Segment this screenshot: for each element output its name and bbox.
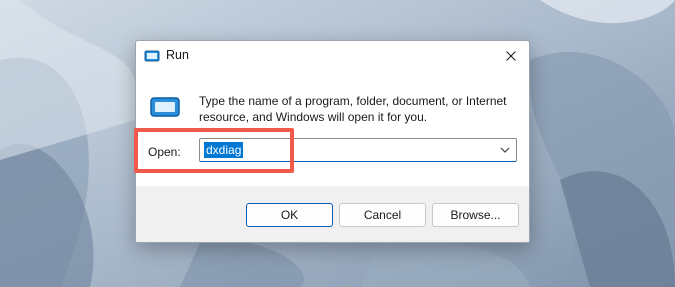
cancel-button[interactable]: Cancel [339,203,426,227]
browse-button[interactable]: Browse... [432,203,519,227]
close-icon [506,51,516,61]
close-button[interactable] [493,41,529,71]
title-bar[interactable]: Run [136,41,529,71]
run-program-icon [150,97,180,117]
chevron-down-icon[interactable] [500,146,510,154]
description-text: Type the name of a program, folder, docu… [199,94,507,124]
annotation-highlight-box [134,128,294,173]
run-icon [144,50,160,62]
ok-button[interactable]: OK [246,203,333,227]
window-title: Run [166,48,189,62]
button-bar: OK Cancel Browse... [136,186,529,242]
